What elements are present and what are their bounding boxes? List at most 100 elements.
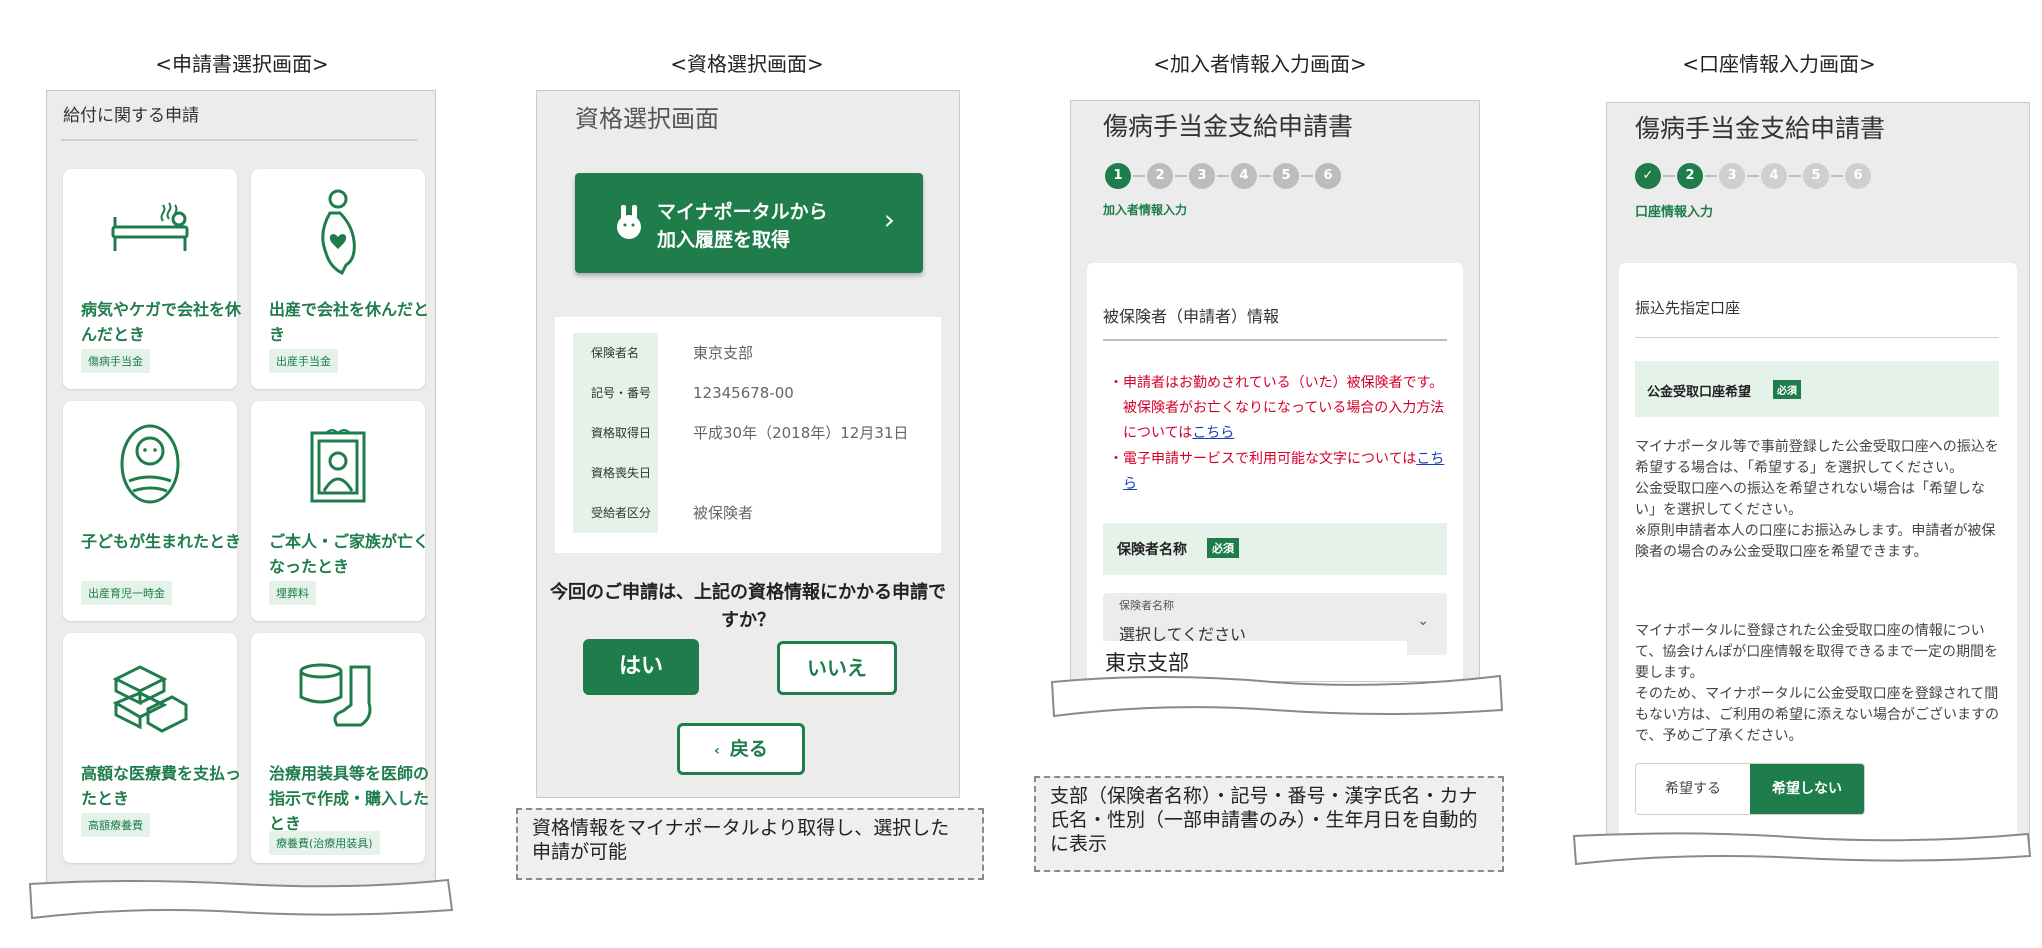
card-title: 出産で会社を休んだとき	[269, 300, 430, 344]
row-recipient-type: 受給者区分 被保険者	[573, 493, 953, 533]
step-label: 加入者情報入力	[1103, 203, 1188, 217]
step-indicator: 1 2 3 4 5 6	[1105, 163, 1405, 193]
row-value: 平成30年（2018年）12月31日	[693, 424, 909, 442]
form-card: 振込先指定口座 公金受取口座希望 必須 マイナポータル等で事前登録した公金受取口…	[1619, 263, 2017, 843]
back-label: 戻る	[729, 738, 768, 760]
card-high-medical-cost[interactable]: 高額な医療費を支払ったとき 高額療養費	[63, 633, 241, 863]
form-card: 被保険者（申請者）情報 ・申請者はお勤めされている（いた）被保険者です。被保険者…	[1087, 263, 1463, 681]
card-death[interactable]: ご本人・ご家族が亡くなったとき 埋葬料	[251, 401, 429, 621]
row-acquired-date: 資格取得日 平成30年（2018年）12月31日	[573, 413, 953, 453]
divider	[1103, 339, 1447, 341]
confirmation-question: 今回のご申請は、上記の資格情報にかかる申請ですか？	[550, 582, 946, 631]
row-symbol-number: 記号・番号 12345678-00	[573, 373, 953, 413]
field-label: 保険者名称	[1117, 542, 1187, 558]
row-value: 被保険者	[693, 504, 754, 522]
back-button[interactable]: ‹ 戻る	[677, 723, 805, 775]
caption-qualification: 資格情報をマイナポータルより取得し、選択した申請が可能	[516, 808, 984, 880]
portrait-icon	[310, 429, 366, 503]
card-tag: 出産手当金	[269, 349, 338, 373]
option-no-wish[interactable]: 希望しない	[1750, 764, 1864, 814]
field-label: 公金受取口座希望	[1647, 385, 1752, 400]
no-button[interactable]: いいえ	[777, 641, 897, 695]
section-title: 被保険者（申請者）情報	[1103, 307, 1280, 326]
step-4: 4	[1231, 163, 1257, 189]
caption-member-info: 支部（保険者名称）・記号・番号・漢字氏名・カナ氏名・性別（一部申請書のみ）・生年…	[1034, 776, 1504, 872]
field-header: 保険者名称 必須	[1103, 523, 1447, 575]
heading-qualification-select: <資格選択画面>	[670, 52, 824, 76]
heading-account-info: <口座情報入力画面>	[1682, 52, 1876, 76]
step-3: 3	[1719, 163, 1745, 189]
yes-button[interactable]: はい	[583, 639, 699, 695]
row-label: 記号・番号	[573, 373, 658, 413]
qualification-select-screen: 資格選択画面 マイナポータルから 加入履歴を取得 › 保険者名 東京支部 記号・…	[536, 90, 960, 798]
card-title: 病気やケガで会社を休んだとき	[81, 300, 242, 344]
required-badge: 必須	[1207, 538, 1239, 558]
notice-paragraph-1: マイナポータル等で事前登録した公金受取口座への振込を希望する場合は、「希望する」…	[1635, 439, 1999, 560]
account-preference-toggle: 希望する 希望しない	[1635, 763, 1865, 815]
row-label: 保険者名	[573, 333, 658, 373]
link-help-deceased[interactable]: こちら	[1192, 425, 1234, 441]
card-tag: 出産育児一時金	[81, 581, 172, 605]
card-tag: 埋葬料	[269, 581, 316, 605]
step-3: 3	[1189, 163, 1215, 189]
row-value: 東京支部	[693, 344, 754, 362]
field-header: 公金受取口座希望 必須	[1635, 361, 1999, 417]
row-label: 資格取得日	[573, 413, 658, 453]
row-insurer: 保険者名 東京支部	[573, 333, 953, 373]
application-select-screen: 給付に関する申請 病気やケガで会社を休んだとき 傷病手当金 出産で会社を休んだと…	[46, 90, 436, 892]
card-title: 高額な医療費を支払ったとき	[81, 764, 242, 808]
section-title: 振込先指定口座	[1635, 299, 1741, 317]
chevron-right-icon: ›	[883, 203, 895, 236]
section-title: 給付に関する申請	[63, 106, 199, 126]
card-tag: 高額療養費	[81, 813, 150, 837]
form-title: 傷病手当金支給申請書	[1103, 112, 1354, 141]
heading-application-select: <申請書選択画面>	[155, 52, 329, 76]
page-title: 資格選択画面	[575, 105, 719, 133]
heading-member-info: <加入者情報入力画面>	[1153, 52, 1367, 76]
divider	[61, 139, 417, 141]
member-info-screen: 傷病手当金支給申請書 1 2 3 4 5 6 加入者情報入力 被保険者（申請者）…	[1070, 100, 1480, 682]
card-childbirth[interactable]: 子どもが生まれたとき 出産育児一時金	[63, 401, 241, 621]
mynaportal-button[interactable]: マイナポータルから 加入履歴を取得 ›	[575, 173, 923, 273]
option-wish[interactable]: 希望する	[1636, 764, 1750, 814]
row-label: 資格喪失日	[573, 453, 658, 493]
mynaportal-mascot-icon	[617, 205, 641, 239]
notice-bullet-1: ・申請者はお勤めされている（いた）被保険者です。被保険者がお亡くなりになっている…	[1109, 375, 1445, 441]
divider	[1635, 337, 1999, 338]
card-treatment-device[interactable]: 治療用装具等を医師の指示で作成・購入したとき 療養費(治療用装具)	[251, 633, 429, 863]
row-value: 12345678-00	[693, 384, 794, 402]
step-2: 2	[1677, 163, 1703, 189]
step-5: 5	[1273, 163, 1299, 189]
mynaportal-line2: 加入履歴を取得	[657, 229, 791, 251]
step-1: 1	[1105, 163, 1131, 189]
card-title: 治療用装具等を医師の指示で作成・購入したとき	[269, 764, 430, 833]
card-tag: 傷病手当金	[81, 349, 150, 373]
step-6: 6	[1315, 163, 1341, 189]
notice-paragraph-2: マイナポータルに登録された公金受取口座の情報について、協会けんぽが口座情報を取得…	[1635, 623, 1999, 744]
form-title: 傷病手当金支給申請書	[1635, 114, 1886, 143]
step-2: 2	[1147, 163, 1173, 189]
torn-edge	[1050, 674, 1504, 718]
step-indicator: ✓ 2 3 4 5 6	[1635, 163, 1935, 193]
notice-bullet-2: ・電子申請サービスで利用可能な文字についてはこちら	[1109, 451, 1445, 492]
card-maternity-leave[interactable]: 出産で会社を休んだとき 出産手当金	[251, 169, 429, 389]
pregnant-icon	[321, 189, 356, 276]
chevron-down-icon: ⌄	[1417, 613, 1429, 629]
row-lost-date: 資格喪失日	[573, 453, 953, 493]
step-1-done: ✓	[1635, 163, 1661, 189]
card-title: ご本人・ご家族が亡くなったとき	[269, 532, 430, 576]
row-label: 受給者区分	[573, 493, 658, 533]
baby-icon	[120, 424, 180, 504]
card-title: 子どもが生まれたとき	[81, 532, 242, 551]
brace-icon	[299, 663, 372, 727]
select-small-label: 保険者名称	[1119, 599, 1174, 612]
account-info-screen: 傷病手当金支給申請書 ✓ 2 3 4 5 6 口座情報入力 振込先指定口座 公金…	[1606, 102, 2030, 844]
step-4: 4	[1761, 163, 1787, 189]
step-label: 口座情報入力	[1635, 205, 1714, 220]
chevron-left-icon: ‹	[714, 743, 720, 759]
money-stack-icon	[112, 665, 188, 733]
card-sickness-leave[interactable]: 病気やケガで会社を休んだとき 傷病手当金	[63, 169, 241, 389]
step-5: 5	[1803, 163, 1829, 189]
qualification-table: 保険者名 東京支部 記号・番号 12345678-00 資格取得日 平成30年（…	[555, 317, 941, 553]
torn-edge	[28, 878, 454, 920]
